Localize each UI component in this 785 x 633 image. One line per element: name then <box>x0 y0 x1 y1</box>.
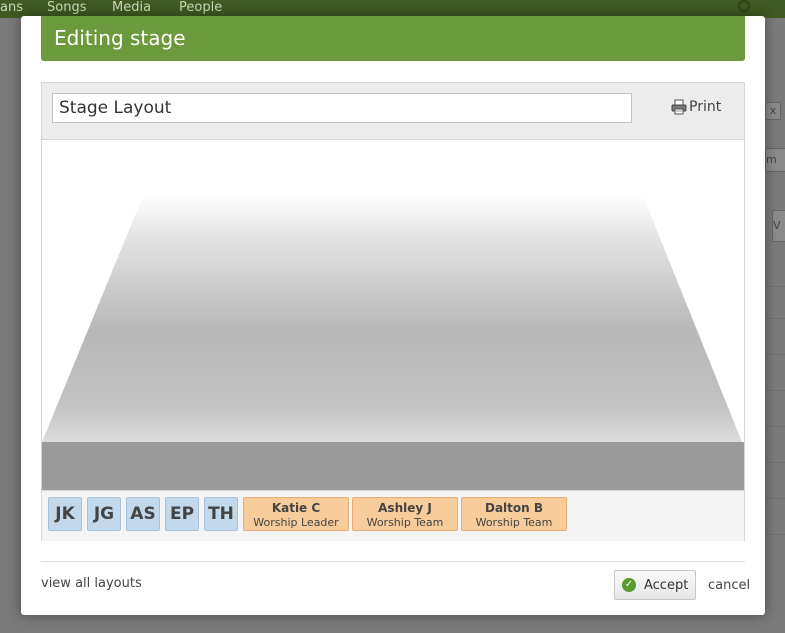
person-name: Ashley J <box>378 501 432 515</box>
layout-name-input[interactable] <box>52 93 632 123</box>
bg-search-icon <box>738 0 750 12</box>
modal-title: Editing stage <box>41 16 745 61</box>
person-chip[interactable]: Katie C Worship Leader <box>243 497 349 531</box>
bg-fragment-button: V <box>772 210 785 242</box>
person-chip-initials[interactable]: AS <box>126 497 160 531</box>
bg-nav-item: Media <box>112 0 152 15</box>
checkmark-icon: ✓ <box>622 578 636 592</box>
person-chip[interactable]: Ashley J Worship Team <box>352 497 458 531</box>
person-chip-initials[interactable]: JK <box>48 497 82 531</box>
editing-stage-modal: Editing stage Print <box>21 16 765 615</box>
print-label: Print <box>689 99 722 115</box>
view-all-layouts-link[interactable]: view all layouts <box>41 576 142 591</box>
people-chip-row: JK JG AS EP TH Katie C Worship Leader As… <box>42 490 744 541</box>
stage-top-surface <box>42 196 742 442</box>
person-chip-initials[interactable]: EP <box>165 497 199 531</box>
person-chip-initials[interactable]: TH <box>204 497 238 531</box>
cancel-link[interactable]: cancel <box>708 578 750 593</box>
footer-divider <box>41 561 745 562</box>
printer-icon <box>671 99 687 115</box>
stage-front-face <box>42 442 744 490</box>
accept-button[interactable]: ✓ Accept <box>614 570 696 600</box>
print-button[interactable]: Print <box>671 99 721 115</box>
stage-panel: Print JK JG AS EP <box>41 82 745 541</box>
stage-canvas[interactable] <box>42 139 744 490</box>
bg-close-button: x <box>765 102 781 120</box>
bg-fragment-button: m <box>765 148 785 172</box>
person-name: Katie C <box>271 501 321 515</box>
bg-nav-item: Songs <box>47 0 87 15</box>
person-role: Worship Leader <box>253 516 339 529</box>
person-role: Worship Team <box>475 516 553 529</box>
person-chip-initials[interactable]: JG <box>87 497 121 531</box>
person-name: Dalton B <box>484 501 544 515</box>
person-role: Worship Team <box>366 516 444 529</box>
bg-nav-item: ans <box>0 0 23 15</box>
accept-label: Accept <box>644 577 689 593</box>
bg-nav-item: People <box>179 0 223 15</box>
stage-platform-illustration <box>42 196 744 490</box>
person-chip[interactable]: Dalton B Worship Team <box>461 497 567 531</box>
